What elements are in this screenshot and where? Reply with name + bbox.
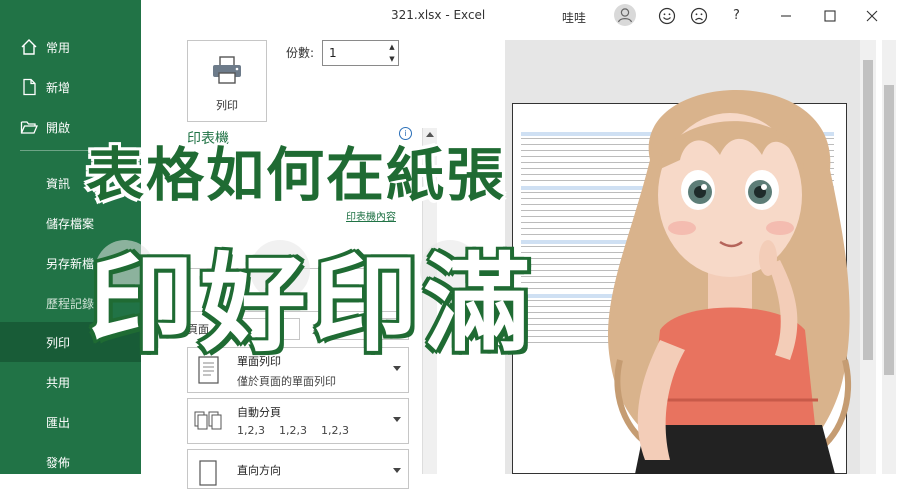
sidebar-item-new[interactable]: 新增 — [0, 67, 141, 107]
chevron-down-icon — [393, 417, 401, 422]
headline-line-2: 印好印滿 — [86, 241, 536, 369]
portrait-orientation-icon — [199, 460, 217, 486]
sidebar-item-label: 歷程記錄 — [46, 296, 95, 311]
sidebar-item-label: 開啟 — [46, 120, 71, 135]
collate-title: 自動分頁 — [237, 406, 281, 419]
sidebar-item-home[interactable]: 常用 — [0, 27, 141, 67]
collate-dropdown[interactable]: 自動分頁 1,2,3 1,2,3 1,2,3 — [187, 398, 409, 444]
window-title: 321.xlsx - Excel — [391, 8, 486, 22]
maximize-icon[interactable] — [821, 7, 839, 25]
collate-icon — [194, 411, 222, 430]
open-folder-icon — [20, 121, 38, 134]
title-bar: 321.xlsx - Excel 哇哇 ? — [141, 0, 900, 32]
orientation-title: 直向方向 — [237, 464, 281, 477]
sidebar-item-label: 匯出 — [46, 415, 71, 430]
close-icon[interactable] — [863, 7, 881, 25]
sidebar-item-label: 儲存檔案 — [46, 216, 95, 231]
sidebar-item-label: 資訊 — [46, 176, 71, 191]
user-name[interactable]: 哇哇 — [562, 9, 586, 26]
print-button[interactable]: 列印 — [187, 40, 267, 122]
sidebar-item-label: 常用 — [46, 40, 71, 55]
smile-feedback-icon[interactable] — [658, 7, 676, 25]
copies-label: 份數: — [286, 46, 315, 60]
avatar[interactable] — [614, 4, 636, 26]
user-icon — [617, 8, 633, 23]
orientation-dropdown[interactable]: 直向方向 — [187, 449, 409, 489]
copies-stepper[interactable]: ▲ ▼ — [386, 41, 398, 65]
help-button[interactable]: ? — [733, 8, 740, 23]
sidebar-item-label: 新增 — [46, 80, 71, 95]
frown-feedback-icon[interactable] — [690, 7, 708, 25]
new-document-icon — [23, 78, 36, 96]
sidebar-item-label: 共用 — [46, 375, 71, 390]
cartoon-girl-illustration — [608, 90, 852, 474]
scroll-thumb[interactable] — [884, 85, 894, 375]
headline-line-1: 表格如何在紙張 — [84, 140, 507, 211]
printer-icon — [213, 56, 241, 84]
sidebar-item-publish[interactable]: 發佈 — [0, 442, 141, 482]
chevron-down-icon — [393, 468, 401, 473]
sidebar-item-label: 另存新檔 — [46, 256, 95, 271]
sidebar-item-export[interactable]: 匯出 — [0, 402, 141, 442]
window-scrollbar[interactable] — [882, 40, 896, 474]
sided-subtitle: 僅於頁面的單面列印 — [237, 375, 336, 388]
print-button-label: 列印 — [216, 99, 238, 112]
home-icon — [21, 39, 37, 55]
sidebar-item-label: 發佈 — [46, 455, 71, 470]
minimize-icon[interactable] — [777, 7, 795, 25]
sidebar-item-label: 列印 — [46, 335, 71, 350]
collate-subtitle: 1,2,3 1,2,3 1,2,3 — [237, 424, 349, 437]
